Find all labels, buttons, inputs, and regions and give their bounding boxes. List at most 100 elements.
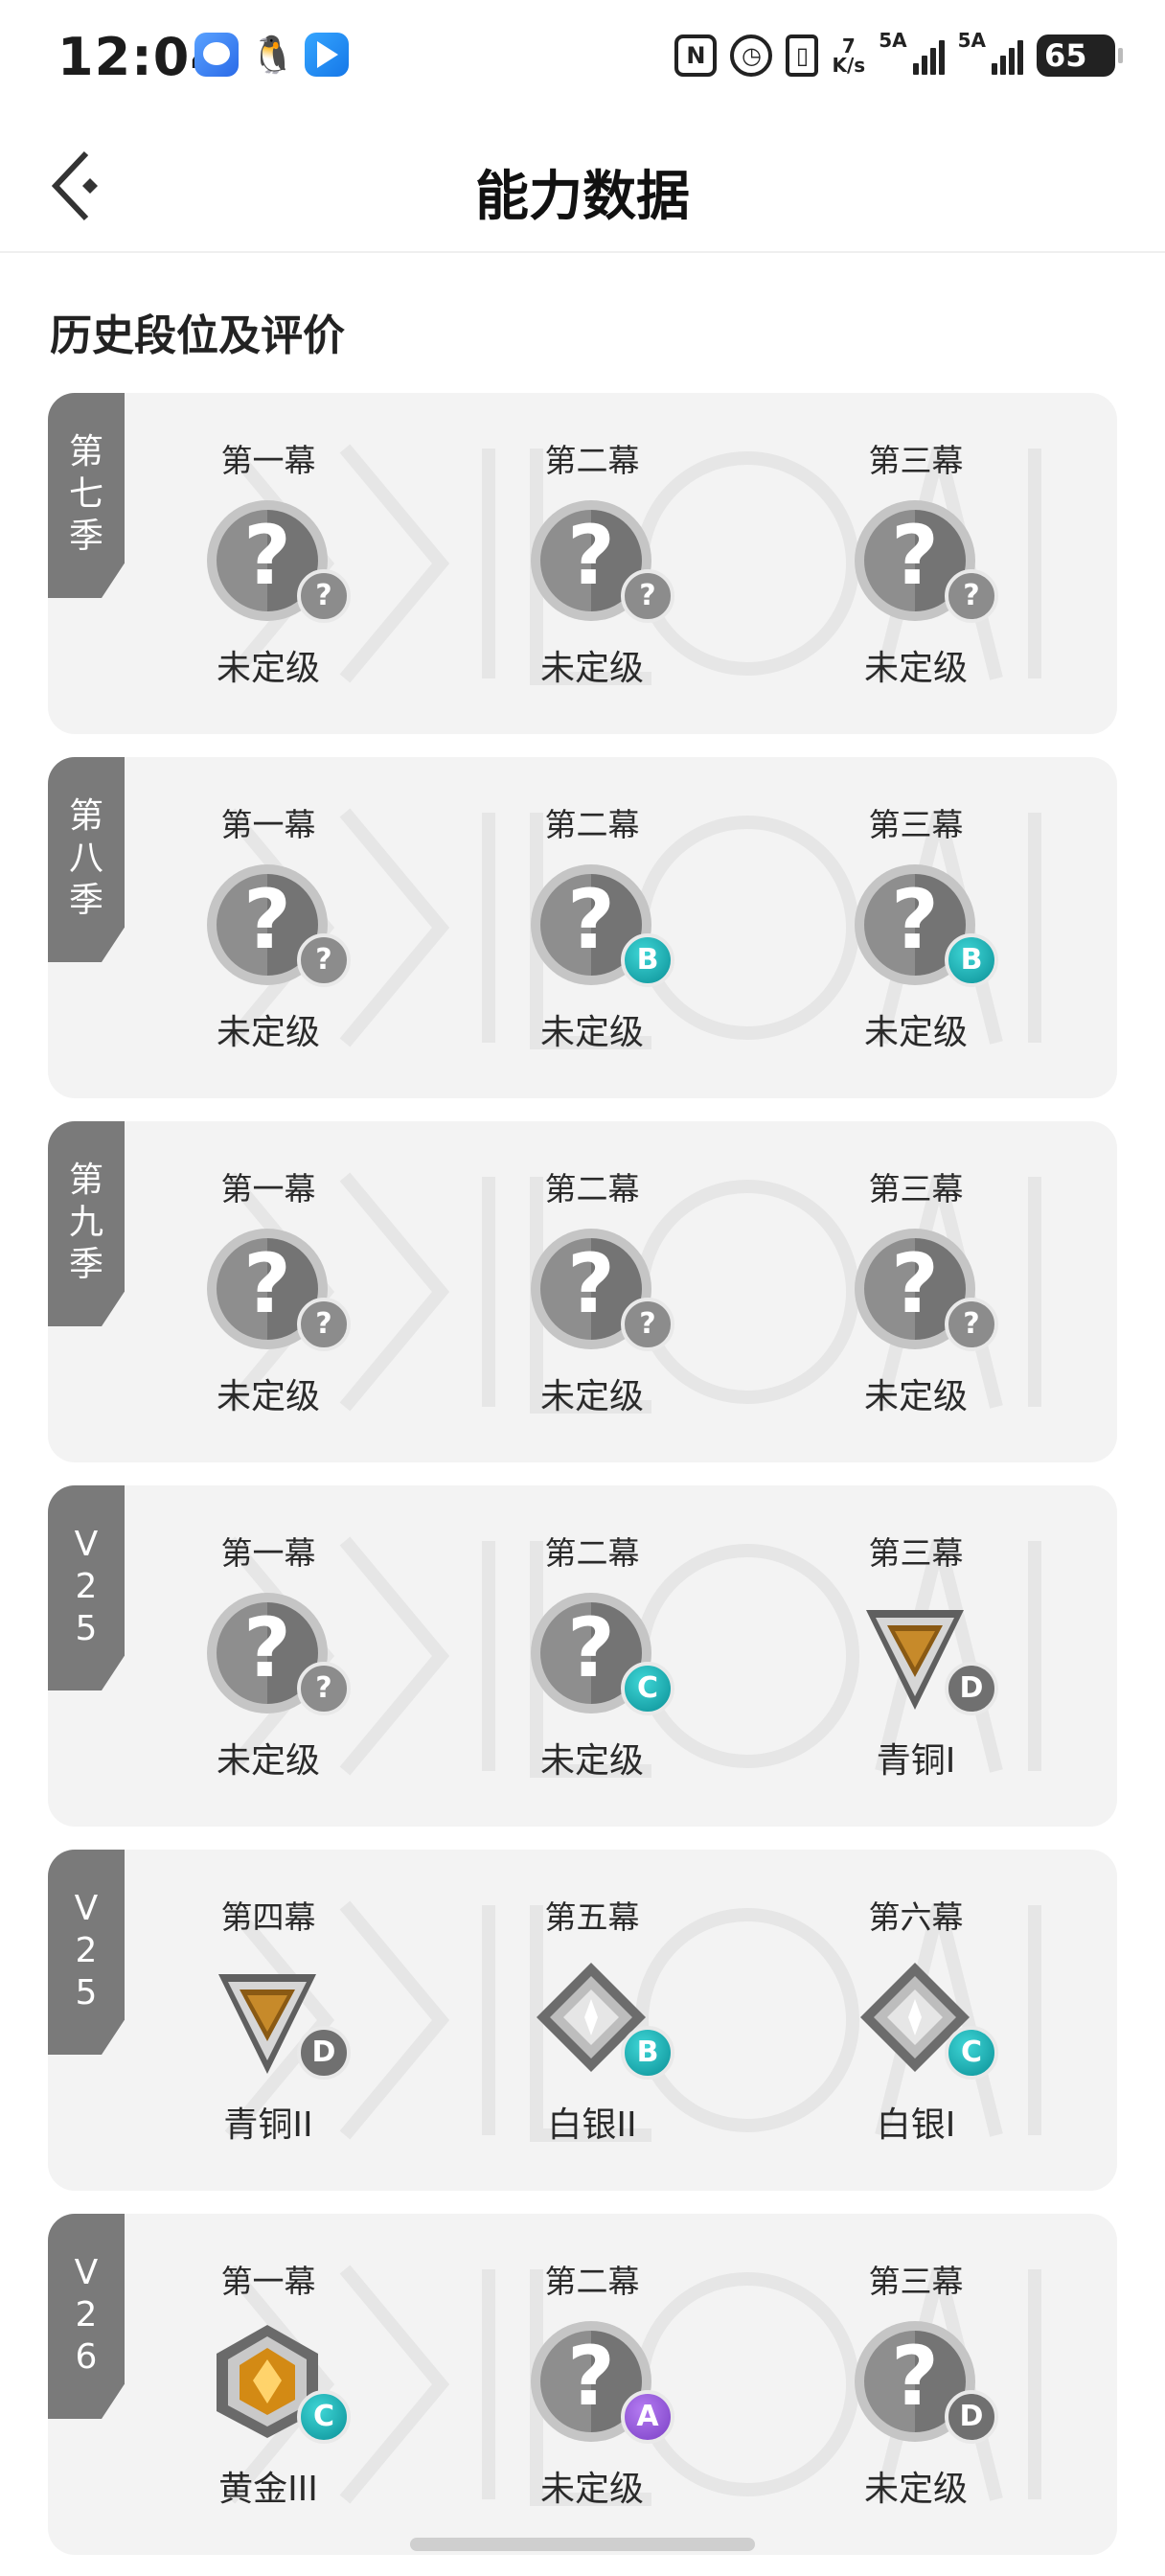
signal-icon: [912, 36, 945, 75]
gold-rank-icon: C: [207, 2321, 351, 2444]
act-item[interactable]: 第三幕 D 青铜I: [820, 1485, 1088, 1827]
act-item[interactable]: 第一幕?? 未定级: [172, 1485, 441, 1827]
rank-label: 未定级: [539, 2470, 644, 2509]
season-card: 第八季 第一幕?? 未定级 第二幕? B 未定级 第三幕? B 未定级: [48, 757, 1117, 1098]
grade-badge: C: [297, 2390, 351, 2444]
rank-label: 未定级: [863, 649, 968, 688]
sim1-label: 5A: [879, 29, 907, 52]
grade-badge: D: [297, 2026, 351, 2080]
unranked-icon: ??: [531, 1229, 674, 1351]
grade-badge: ?: [621, 1298, 674, 1351]
act-item[interactable]: 第四幕 D 青铜II: [172, 1850, 441, 2191]
rank-label: 青铜II: [223, 2105, 313, 2145]
act-item[interactable]: 第二幕?? 未定级: [496, 1121, 765, 1462]
act-name: 第三幕: [868, 2263, 964, 2300]
season-card: 第七季 第一幕?? 未定级 第二幕?? 未定级 第三幕?? 未定级: [48, 393, 1117, 734]
unranked-icon: ??: [531, 500, 674, 623]
unranked-icon: ? D: [855, 2321, 998, 2444]
act-item[interactable]: 第一幕?? 未定级: [172, 1121, 441, 1462]
rank-label: 未定级: [863, 1377, 968, 1416]
act-name: 第一幕: [220, 806, 316, 843]
rank-label: 青铜I: [876, 1741, 956, 1781]
acts-row: 第一幕?? 未定级 第二幕? B 未定级 第三幕? B 未定级: [172, 757, 1117, 1098]
acts-row: 第一幕?? 未定级 第二幕?? 未定级 第三幕?? 未定级: [172, 393, 1117, 734]
unranked-icon: ??: [855, 1229, 998, 1351]
grade-badge: ?: [945, 1298, 998, 1351]
battery-icon: 65: [1037, 34, 1123, 77]
rank-label: 未定级: [216, 1741, 320, 1781]
rank-label: 未定级: [539, 1377, 644, 1416]
grade-badge: C: [621, 1662, 674, 1715]
unranked-icon: ??: [855, 500, 998, 623]
act-name: 第一幕: [220, 442, 316, 479]
grade-badge: ?: [297, 569, 351, 623]
grade-badge: B: [945, 933, 998, 987]
sim2-label: 5A: [957, 29, 986, 52]
unranked-icon: ??: [207, 1229, 351, 1351]
grade-badge: D: [945, 2390, 998, 2444]
acts-row: 第一幕?? 未定级 第二幕? C 未定级 第三幕 D 青铜I: [172, 1485, 1117, 1827]
rank-label: 未定级: [539, 1013, 644, 1052]
act-name: 第二幕: [544, 2263, 640, 2300]
act-item[interactable]: 第六幕 C 白银I: [820, 1850, 1088, 2191]
status-bar: 12:04 🐧 N ◷ ▯ 7 K/s 5A 5A 65: [0, 0, 1165, 115]
grade-badge: ?: [297, 933, 351, 987]
act-item[interactable]: 第一幕?? 未定级: [172, 393, 441, 734]
rank-label: 未定级: [863, 1013, 968, 1052]
acts-row: 第一幕 C 黄金III 第二幕 ? A 未定级 第三幕 ? D 未定级: [172, 2214, 1117, 2555]
rank-label: 未定级: [216, 1013, 320, 1052]
grade-badge: A: [621, 2390, 674, 2444]
act-item[interactable]: 第三幕?? 未定级: [820, 393, 1088, 734]
act-item[interactable]: 第二幕 ? B 未定级: [496, 757, 765, 1098]
act-name: 第四幕: [220, 1898, 316, 1936]
act-item[interactable]: 第三幕 ? B 未定级: [820, 757, 1088, 1098]
silver-rank-icon: B: [531, 1957, 674, 2080]
bronze-rank-icon: D: [207, 1957, 351, 2080]
send-app-icon: [305, 33, 349, 77]
act-item[interactable]: 第三幕 ? D 未定级: [820, 2214, 1088, 2555]
unranked-icon: ??: [207, 864, 351, 987]
net-speed: 7 K/s: [832, 34, 866, 77]
grade-badge: B: [621, 933, 674, 987]
unranked-icon: ??: [207, 500, 351, 623]
act-item[interactable]: 第二幕 ? A 未定级: [496, 2214, 765, 2555]
act-name: 第三幕: [868, 1170, 964, 1208]
home-indicator[interactable]: [410, 2538, 755, 2551]
act-name: 第二幕: [544, 1534, 640, 1572]
rank-label: 白银I: [876, 2105, 956, 2145]
act-item[interactable]: 第二幕 ? C 未定级: [496, 1485, 765, 1827]
act-name: 第三幕: [868, 806, 964, 843]
act-item[interactable]: 第五幕 B 白银II: [496, 1850, 765, 2191]
act-item[interactable]: 第二幕?? 未定级: [496, 393, 765, 734]
top-bar: 能力数据: [0, 115, 1165, 253]
grade-badge: ?: [945, 569, 998, 623]
act-name: 第二幕: [544, 806, 640, 843]
rank-label: 白银II: [547, 2105, 637, 2145]
acts-row: 第四幕 D 青铜II 第五幕 B 白银II 第六幕 C 白银I: [172, 1850, 1117, 2191]
unranked-icon: ? B: [531, 864, 674, 987]
season-card: V25 第四幕 D 青铜II 第五幕 B 白银II 第六幕 C 白银I: [48, 1850, 1117, 2191]
acts-row: 第一幕?? 未定级 第二幕?? 未定级 第三幕?? 未定级: [172, 1121, 1117, 1462]
act-item[interactable]: 第三幕?? 未定级: [820, 1121, 1088, 1462]
season-tag: 第九季: [48, 1121, 125, 1326]
act-name: 第三幕: [868, 442, 964, 479]
unranked-icon: ??: [207, 1593, 351, 1715]
rank-label: 未定级: [216, 649, 320, 688]
act-name: 第二幕: [544, 1170, 640, 1208]
act-name: 第三幕: [868, 1534, 964, 1572]
season-tag: V25: [48, 1485, 125, 1690]
act-name: 第一幕: [220, 1170, 316, 1208]
unranked-icon: ? C: [531, 1593, 674, 1715]
signal-icon: [992, 36, 1023, 75]
season-tag: V25: [48, 1850, 125, 2055]
act-item[interactable]: 第一幕 C 黄金III: [172, 2214, 441, 2555]
grade-badge: C: [945, 2026, 998, 2080]
grade-badge: D: [945, 1662, 998, 1715]
status-icons: N ◷ ▯ 7 K/s 5A 5A 65: [674, 29, 1123, 82]
season-tag: 第八季: [48, 757, 125, 962]
act-item[interactable]: 第一幕?? 未定级: [172, 757, 441, 1098]
act-name: 第六幕: [868, 1898, 964, 1936]
chat-app-icon: [194, 33, 239, 77]
alarm-icon: ◷: [730, 34, 773, 77]
season-tag: 第七季: [48, 393, 125, 598]
